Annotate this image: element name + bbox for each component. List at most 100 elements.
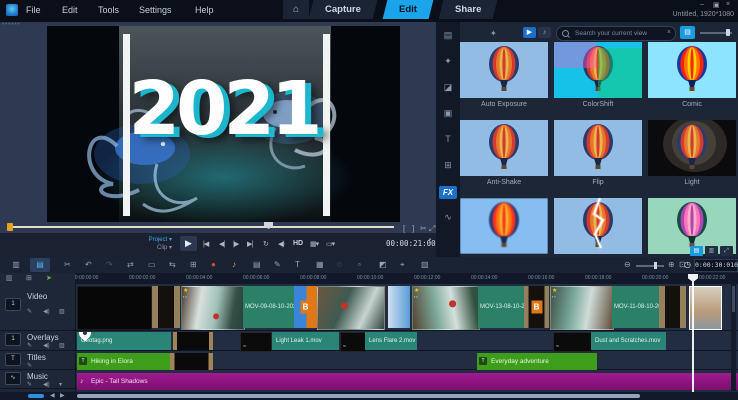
transitions-icon[interactable]: ◪ [436,82,460,93]
record-capture-option-button[interactable]: ● [211,261,216,269]
scroll-right-button[interactable]: ▶ [60,392,65,399]
titles-icon[interactable]: T [436,134,460,144]
video-clip-rocks[interactable] [317,286,385,330]
clear-search-icon[interactable]: × [667,29,671,36]
overlay-clip[interactable]: Geotag.png [77,332,171,350]
video-clip-label[interactable]: MOV-11-08-10-2020 [612,286,660,328]
mute-track-icon[interactable]: ◀) [43,342,50,349]
next-frame-button[interactable]: |▶ [233,240,238,248]
overlay-media-clip[interactable]: ≈ [240,332,272,352]
effect-card-flip[interactable]: Flip [554,120,642,186]
favorites-icon[interactable]: ✦ [490,29,497,38]
show-audio-toggle-icon[interactable]: ♪ [538,27,551,38]
menu-tools[interactable]: Tools [98,5,119,15]
edit-track-icon[interactable]: ✎ [27,308,32,315]
effect-thumbnail[interactable] [460,120,548,176]
video-clip-label[interactable]: MOV-13-08-10-2020 [478,286,525,328]
mute-track-icon[interactable]: ◀) [43,308,50,315]
redo-button[interactable]: ↷ [106,261,113,269]
horizontal-scrollbar-thumb[interactable] [77,394,640,398]
compare-view-toggle-icon[interactable]: ▥ [705,246,718,256]
effect-thumbnail[interactable] [460,198,548,254]
mute-track-icon[interactable]: ◀) [43,381,50,388]
overlay-clip[interactable]: Lens Flare 2.mov [365,332,417,350]
overlay-clip[interactable]: Dust and Scratches.mov [591,332,666,350]
safe-area-button[interactable]: ▦▾ [310,240,318,248]
menu-help[interactable]: Help [195,5,214,15]
motion-tracking-button[interactable]: ◌ [337,261,342,269]
track-manager-icon[interactable]: ▥ [6,274,13,282]
effect-card-auto-exposure[interactable]: Auto Exposure [460,42,548,108]
3d-title-editor-button[interactable]: ◩ [379,261,387,269]
mode-project[interactable]: Project ▾ [138,236,172,243]
expand-track-icon[interactable]: ▾ [59,381,62,388]
auto-music-button[interactable]: ♪ [232,261,236,269]
undo-button[interactable]: ↶ [85,261,92,269]
search-input[interactable] [573,28,665,39]
effect-thumbnail[interactable] [460,42,548,98]
volume-button[interactable]: ◀) [278,240,284,248]
play-button[interactable]: ▶ [180,236,197,251]
transparency-icon[interactable]: ▨ [59,342,65,349]
painting-creator-button[interactable]: ✎ [274,261,281,269]
tab-capture[interactable]: Capture [309,0,378,19]
overlay-media-clip[interactable]: ≈ [553,332,593,352]
video-clip-waterfall[interactable]: ★▪▪ [181,286,245,330]
overlays-icon[interactable]: ⊞ [436,160,460,171]
video-clip-label[interactable]: MOV-09-08-10-2020 [243,286,295,328]
filters-fx-icon[interactable]: FX [439,186,457,199]
seamless-transition-button[interactable]: ▭ [148,261,156,269]
insert-clip-button[interactable]: ⊞ [190,261,197,269]
instant-project-icon[interactable]: ✦ [436,56,460,67]
crop-button[interactable]: ▫ [358,261,361,269]
edit-track-icon[interactable]: ✎ [27,362,32,369]
preview-timecode[interactable]: 00:00:21:009 [386,239,440,248]
effect-card-row3-7[interactable] [554,198,642,257]
tab-edit[interactable]: Edit [383,0,434,19]
track-transparency-button[interactable]: ⇆ [169,261,176,269]
previous-frame-button[interactable]: ◀| [219,240,224,248]
menu-edit[interactable]: Edit [62,5,78,15]
timeline-nav-button[interactable] [28,394,44,398]
mark-out-button[interactable]: ] [412,224,414,233]
effect-thumbnail[interactable] [554,42,642,98]
mode-clip[interactable]: Clip ▾ [138,244,172,251]
video-clip-skater[interactable] [689,286,722,330]
transition-clip[interactable] [659,286,686,328]
effect-card-row3-6[interactable] [460,198,548,257]
tracker-button[interactable]: ⌖ [400,261,405,269]
music-clip[interactable]: ♪Epic - Tall Shadows [77,373,738,390]
media-library-icon[interactable]: ▤ [436,30,460,41]
show-video-toggle-icon[interactable]: ▶ [523,27,536,38]
video-clip[interactable] [77,286,152,330]
scroll-left-button[interactable]: ◀ [50,392,55,399]
mark-in-button[interactable]: [ [403,224,405,233]
transition-clip[interactable] [388,286,410,328]
menu-file[interactable]: File [26,5,41,15]
overlay-media-clip[interactable]: ≈ [340,332,367,352]
effect-thumbnail[interactable] [554,120,642,176]
effect-thumbnail[interactable] [648,42,736,98]
cut-tools-button[interactable]: ✂ [64,261,71,269]
overlay-clip[interactable]: Light Leak 1.mov [272,332,339,350]
project-duration[interactable]: 0:00:30:010 [694,259,738,272]
titles-filmstrip-clip[interactable] [170,353,213,370]
motion-paths-icon[interactable]: ∿ [436,212,460,223]
video-clip-rocks2[interactable]: ★▪▪ [412,286,480,330]
timeline-view-button[interactable]: ▤ [30,258,50,272]
library-view-toggle-icon[interactable]: ▤ [690,246,703,256]
title-clip[interactable]: Hiking in EloraT [77,353,181,370]
thumbnail-size-handle[interactable] [726,29,730,36]
preview-scrubber[interactable] [10,226,394,228]
speech-to-text-button[interactable]: ▧ [421,261,429,269]
overlays-filmstrip-clip[interactable] [173,332,213,350]
ripple-edit-all-icon[interactable]: ➤ [46,274,52,282]
subtitle-editor-button[interactable]: T [295,261,300,269]
grid-view-button[interactable]: ▤ [680,26,695,39]
clock-icon[interactable]: ◷ [684,261,691,269]
transition-clip[interactable]: B [524,286,549,328]
split-clip-button[interactable]: ✂ [420,224,427,233]
panel-grip[interactable]: •••••• [2,22,21,28]
minimize-button[interactable]: – [700,1,704,8]
home-button[interactable]: |◀ [203,240,208,248]
